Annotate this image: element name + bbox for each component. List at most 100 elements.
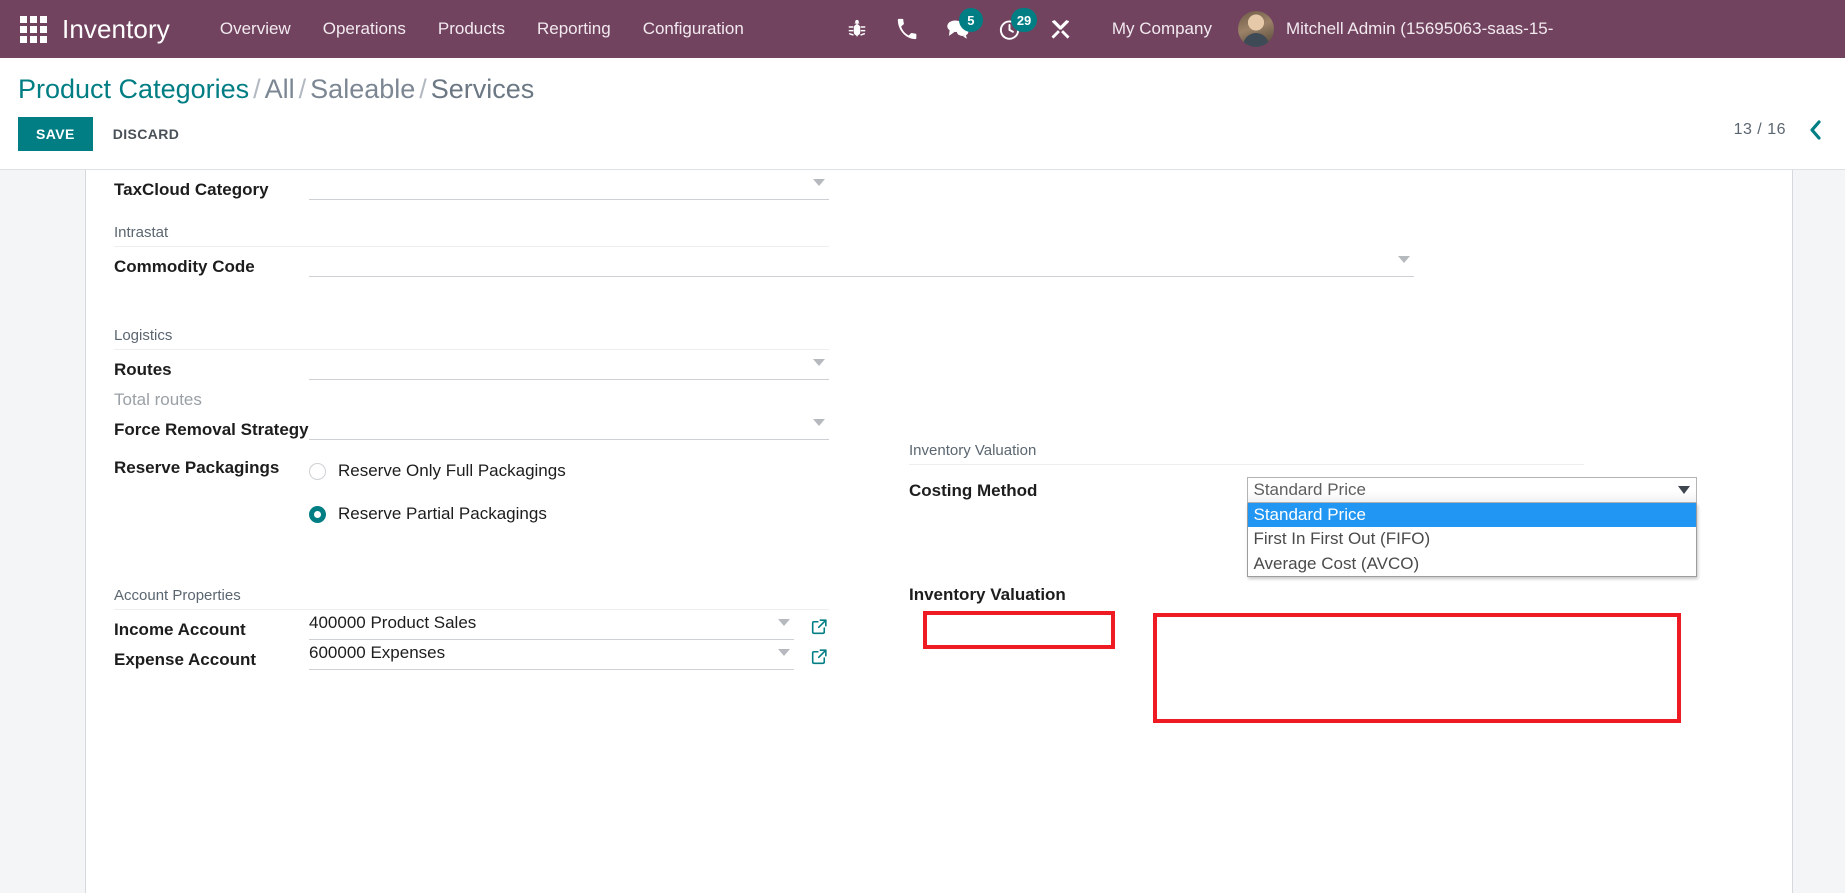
apps-grid-icon[interactable] bbox=[18, 14, 48, 44]
breadcrumb-item-all[interactable]: All bbox=[265, 74, 295, 104]
chevron-down-icon[interactable] bbox=[778, 649, 790, 656]
field-row-force-removal-strategy: Force Removal Strategy bbox=[114, 410, 829, 440]
costing-method-option-list[interactable]: Standard Price First In First Out (FIFO)… bbox=[1246, 503, 1697, 578]
taxcloud-category-value bbox=[309, 183, 813, 186]
nav-overview[interactable]: Overview bbox=[204, 0, 307, 58]
chevron-down-icon[interactable] bbox=[813, 359, 825, 366]
account-properties-section-title: Account Properties bbox=[114, 587, 241, 604]
field-row-reserve-packagings: Reserve Packagings Reserve Only Full Pac… bbox=[114, 440, 829, 531]
routes-input[interactable] bbox=[309, 350, 829, 380]
breadcrumb-item-saleable[interactable]: Saleable bbox=[310, 74, 415, 104]
breadcrumb-root[interactable]: Product Categories bbox=[18, 74, 249, 104]
expense-account-input[interactable]: 600000 Expenses bbox=[309, 640, 794, 670]
top-navbar: Inventory Overview Operations Products R… bbox=[0, 0, 1845, 58]
inventory-valuation-value-wrap bbox=[1247, 579, 1585, 605]
force-removal-strategy-label: Force Removal Strategy bbox=[114, 420, 309, 439]
income-account-input[interactable]: 400000 Product Sales bbox=[309, 610, 794, 640]
form-content-area: TaxCloud Category Intrastat Commodity Co… bbox=[0, 170, 1845, 893]
breadcrumb-separator-2: / bbox=[298, 74, 307, 104]
right-column-top-spacer bbox=[909, 170, 1584, 442]
user-menu[interactable]: Mitchell Admin (15695063-saas-15- bbox=[1230, 11, 1553, 47]
income-account-row: 400000 Product Sales bbox=[309, 610, 829, 640]
record-actions: SAVE DISCARD bbox=[18, 117, 1827, 151]
total-routes-value-wrap bbox=[309, 380, 829, 410]
form-column-right: Inventory Valuation Costing Method Stand… bbox=[849, 170, 1697, 670]
inventory-valuation-section-title: Inventory Valuation bbox=[909, 442, 1037, 459]
form-groups: TaxCloud Category Intrastat Commodity Co… bbox=[114, 170, 1764, 670]
nav-configuration[interactable]: Configuration bbox=[627, 0, 760, 58]
commodity-code-input[interactable] bbox=[309, 247, 1414, 277]
activities-clock-icon[interactable]: 29 bbox=[984, 0, 1038, 58]
inventory-valuation-label: Inventory Valuation bbox=[909, 585, 1066, 605]
tools-icon[interactable] bbox=[1035, 0, 1086, 58]
routes-value bbox=[309, 363, 813, 366]
taxcloud-category-input[interactable] bbox=[309, 170, 829, 200]
option-standard-price[interactable]: Standard Price bbox=[1247, 503, 1696, 528]
total-routes-label: Total routes bbox=[114, 390, 202, 409]
chevron-down-icon[interactable] bbox=[813, 419, 825, 426]
messages-icon[interactable]: 5 bbox=[932, 0, 984, 58]
app-brand-inventory[interactable]: Inventory bbox=[62, 14, 170, 45]
income-account-label: Income Account bbox=[114, 620, 246, 639]
user-name: Mitchell Admin (15695063-saas-15- bbox=[1285, 19, 1554, 38]
nav-products[interactable]: Products bbox=[422, 0, 521, 58]
chevron-down-icon[interactable] bbox=[1398, 256, 1410, 263]
field-row-commodity-code: Commodity Code bbox=[114, 247, 1414, 277]
radio-button-checked[interactable] bbox=[309, 505, 326, 523]
external-link-icon[interactable] bbox=[810, 647, 829, 670]
commodity-code-label: Commodity Code bbox=[114, 257, 255, 276]
intrastat-section-title: Intrastat bbox=[114, 224, 169, 241]
routes-label: Routes bbox=[114, 360, 172, 379]
chevron-left-icon[interactable] bbox=[1808, 118, 1823, 142]
form-column-left: TaxCloud Category Intrastat Commodity Co… bbox=[114, 170, 1414, 670]
force-removal-strategy-value bbox=[309, 423, 813, 426]
radio-option-reserve-only-full[interactable]: Reserve Only Full Packagings bbox=[309, 454, 829, 488]
activities-badge: 29 bbox=[1010, 8, 1038, 32]
nav-reporting[interactable]: Reporting bbox=[521, 0, 627, 58]
costing-method-select-box[interactable]: Standard Price bbox=[1246, 477, 1697, 503]
option-avco[interactable]: Average Cost (AVCO) bbox=[1248, 552, 1696, 576]
chevron-down-icon[interactable] bbox=[778, 619, 790, 626]
control-panel: Product Categories / All / Saleable / Services… bbox=[0, 58, 1845, 170]
reserve-packagings-label: Reserve Packagings bbox=[114, 458, 280, 477]
section-logistics: Logistics bbox=[114, 277, 829, 350]
discard-button[interactable]: DISCARD bbox=[99, 117, 194, 151]
force-removal-strategy-input[interactable] bbox=[309, 410, 829, 440]
logistics-section-title: Logistics bbox=[114, 327, 173, 344]
costing-method-label: Costing Method bbox=[909, 481, 1038, 500]
company-selector[interactable]: My Company bbox=[1086, 19, 1230, 39]
breadcrumb-item-services: Services bbox=[430, 74, 535, 104]
bug-icon[interactable] bbox=[832, 0, 882, 58]
chevron-down-icon[interactable] bbox=[813, 179, 825, 186]
radio-option-reserve-partial[interactable]: Reserve Partial Packagings bbox=[309, 488, 829, 531]
messages-badge: 5 bbox=[958, 8, 983, 32]
radio-button-unchecked[interactable] bbox=[309, 462, 326, 480]
field-row-routes: Routes bbox=[114, 350, 829, 380]
pager-count[interactable]: 13 / 16 bbox=[1734, 121, 1808, 139]
radio-label-reserve-partial[interactable]: Reserve Partial Packagings bbox=[338, 504, 547, 524]
save-button[interactable]: SAVE bbox=[18, 117, 93, 151]
income-account-value: 400000 Product Sales bbox=[309, 613, 477, 632]
phone-icon[interactable] bbox=[882, 0, 932, 58]
radio-label-reserve-only-full[interactable]: Reserve Only Full Packagings bbox=[338, 461, 566, 481]
section-intrastat: Intrastat bbox=[114, 200, 829, 247]
breadcrumb: Product Categories / All / Saleable / Services bbox=[18, 72, 1827, 106]
field-row-costing-method: Costing Method Standard Price Standard P… bbox=[909, 465, 1697, 578]
costing-method-select[interactable]: Standard Price Standard Price First In F… bbox=[1246, 477, 1697, 578]
section-account-properties: Account Properties bbox=[114, 531, 829, 610]
commodity-code-value bbox=[309, 260, 1398, 263]
chevron-down-icon[interactable] bbox=[1677, 486, 1690, 494]
breadcrumb-separator-3: / bbox=[419, 74, 427, 104]
nav-operations[interactable]: Operations bbox=[307, 0, 422, 58]
form-sheet: TaxCloud Category Intrastat Commodity Co… bbox=[85, 170, 1793, 893]
field-row-total-routes: Total routes bbox=[114, 380, 829, 410]
expense-account-value: 600000 Expenses bbox=[309, 643, 446, 662]
field-row-inventory-valuation: Inventory Valuation bbox=[909, 577, 1584, 605]
external-link-icon[interactable] bbox=[810, 617, 829, 640]
section-inventory-valuation: Inventory Valuation bbox=[909, 442, 1584, 465]
breadcrumb-separator-1: / bbox=[253, 74, 261, 104]
field-row-taxcloud-category: TaxCloud Category bbox=[114, 170, 829, 200]
field-row-income-account: Income Account 400000 Product Sales bbox=[114, 610, 829, 640]
field-row-expense-account: Expense Account 600000 Expenses bbox=[114, 640, 829, 670]
option-fifo[interactable]: First In First Out (FIFO) bbox=[1248, 527, 1696, 551]
